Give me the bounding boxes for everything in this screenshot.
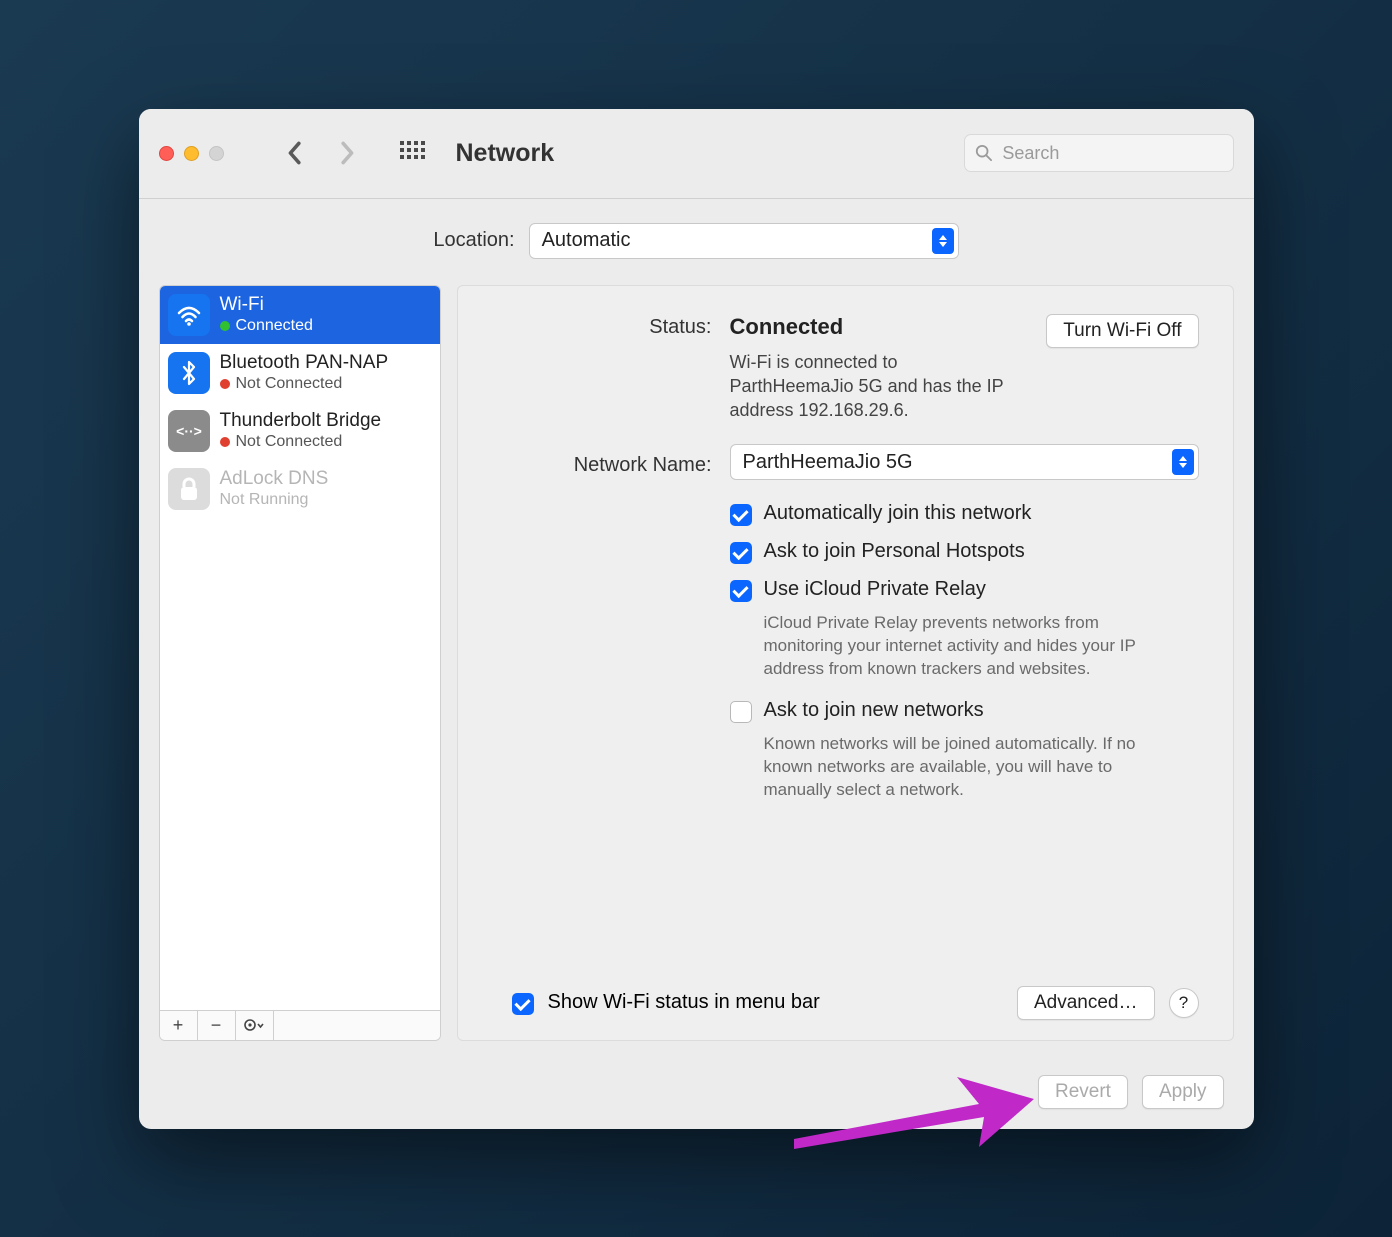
checkbox-unchecked-icon[interactable] [730,701,752,723]
back-button[interactable] [274,133,314,173]
ask-new-description: Known networks will be joined automatica… [764,733,1144,802]
sidebar-footer-filler [274,1011,440,1040]
detail-panel: Status: Connected Wi-Fi is connected to … [457,285,1234,1041]
window-controls [159,146,224,161]
menubar-label: Show Wi-Fi status in menu bar [548,991,820,1014]
titlebar: Network [139,109,1254,199]
sidebar-footer: + − [160,1010,440,1040]
ask-hotspot-label: Ask to join Personal Hotspots [764,540,1025,563]
interfaces-sidebar: Wi-Fi Connected Bluetooth PAN-NAP Not Co… [159,285,441,1041]
page-title: Network [456,139,555,168]
network-name-row: Network Name: ParthHeemaJio 5G [492,444,1199,480]
chevron-right-icon [340,141,356,165]
options-block: Automatically join this network Ask to j… [492,502,1199,820]
private-relay-label: Use iCloud Private Relay [764,578,986,601]
gear-dropdown-icon [243,1018,265,1032]
menubar-checkbox[interactable] [512,993,534,1015]
network-name-label: Network Name: [492,448,712,477]
search-field[interactable] [964,134,1234,172]
location-label: Location: [433,229,514,252]
lock-icon [168,468,210,510]
network-prefs-window: Network Location: Automatic [139,109,1254,1129]
grid-icon [399,140,425,166]
checkbox-checked-icon[interactable] [730,542,752,564]
sidebar-item-status: Connected [220,316,313,335]
sidebar-item-label: Thunderbolt Bridge [220,410,382,433]
interface-actions-menu[interactable] [236,1011,274,1040]
add-interface-button[interactable]: + [160,1011,198,1040]
status-dot-icon [220,321,230,331]
advanced-button[interactable]: Advanced… [1017,986,1155,1020]
help-button[interactable]: ? [1169,988,1199,1018]
minimize-window-button[interactable] [184,146,199,161]
forward-button[interactable] [328,133,368,173]
remove-interface-button[interactable]: − [198,1011,236,1040]
status-description: Wi-Fi is connected to ParthHeemaJio 5G a… [730,350,1027,423]
sidebar-item-label: Wi-Fi [220,294,313,317]
network-name-select[interactable]: ParthHeemaJio 5G [730,444,1199,480]
select-stepper-icon [1172,449,1194,475]
apply-button[interactable]: Apply [1142,1075,1224,1109]
ask-new-checkbox-row[interactable]: Ask to join new networks [730,699,1199,723]
select-stepper-icon [932,228,954,254]
sidebar-item-adlock[interactable]: AdLock DNS Not Running [160,460,440,518]
sidebar-item-status: Not Running [220,490,329,509]
network-name-value: ParthHeemaJio 5G [743,451,913,474]
sidebar-item-status: Not Connected [220,374,389,393]
bluetooth-icon [168,352,210,394]
location-select[interactable]: Automatic [529,223,959,259]
revert-button[interactable]: Revert [1038,1075,1128,1109]
private-relay-description: iCloud Private Relay prevents networks f… [764,612,1144,681]
location-row: Location: Automatic [159,223,1234,259]
status-label: Status: [492,314,712,423]
sidebar-item-bluetooth[interactable]: Bluetooth PAN-NAP Not Connected [160,344,440,402]
detail-footer: Show Wi-Fi status in menu bar Advanced… … [492,976,1199,1020]
sidebar-item-wifi[interactable]: Wi-Fi Connected [160,286,440,344]
checkbox-checked-icon[interactable] [730,504,752,526]
auto-join-checkbox-row[interactable]: Automatically join this network [730,502,1199,526]
search-icon [975,143,993,163]
chevron-left-icon [286,141,302,165]
wifi-icon [168,294,210,336]
ask-hotspot-checkbox-row[interactable]: Ask to join Personal Hotspots [730,540,1199,564]
sidebar-item-status: Not Connected [220,432,382,451]
status-dot-icon [220,437,230,447]
close-window-button[interactable] [159,146,174,161]
status-row: Status: Connected Wi-Fi is connected to … [492,314,1199,423]
window-action-buttons: Revert Apply [159,1059,1234,1109]
status-value: Connected [730,314,1027,340]
ask-new-label: Ask to join new networks [764,699,984,722]
svg-text:<··>: <··> [176,423,202,439]
thunderbolt-icon: <··> [168,410,210,452]
private-relay-checkbox-row[interactable]: Use iCloud Private Relay [730,578,1199,602]
show-all-button[interactable] [392,133,432,173]
sidebar-item-label: AdLock DNS [220,468,329,491]
window-body: Location: Automatic Wi-Fi Connected [139,199,1254,1129]
interfaces-list[interactable]: Wi-Fi Connected Bluetooth PAN-NAP Not Co… [160,286,440,1010]
sidebar-item-thunderbolt[interactable]: <··> Thunderbolt Bridge Not Connected [160,402,440,460]
zoom-window-button[interactable] [209,146,224,161]
location-value: Automatic [542,229,631,252]
auto-join-label: Automatically join this network [764,502,1032,525]
content-panes: Wi-Fi Connected Bluetooth PAN-NAP Not Co… [159,285,1234,1041]
sidebar-item-label: Bluetooth PAN-NAP [220,352,389,375]
toggle-wifi-button[interactable]: Turn Wi-Fi Off [1046,314,1198,348]
checkbox-checked-icon[interactable] [730,580,752,602]
search-input[interactable] [1000,142,1222,165]
status-dot-icon [220,379,230,389]
